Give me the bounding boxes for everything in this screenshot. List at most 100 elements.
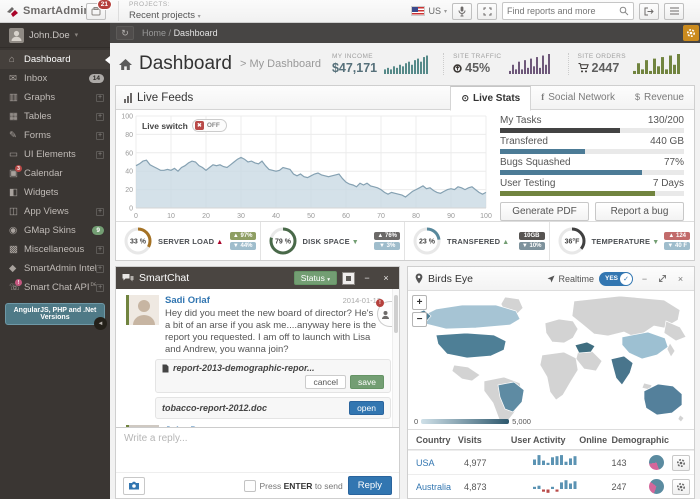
live-feeds-title: Live Feeds (124, 92, 193, 104)
map-zoom-out-button[interactable]: − (412, 312, 427, 327)
world-map[interactable]: + − (408, 291, 694, 429)
expand-plus-icon: + (96, 246, 104, 254)
report-bug-button[interactable]: Report a bug (595, 202, 684, 221)
sidebar-item-inbox[interactable]: ✉Inbox14 (0, 69, 110, 88)
brand-logo[interactable]: SmartAdmin (0, 5, 84, 18)
sender-name[interactable]: Sadi Orlaf (165, 295, 210, 306)
birdseye-close-button[interactable]: × (674, 272, 687, 286)
expand-plus-icon: + (96, 151, 104, 159)
sidebar-item-tables[interactable]: ▦Tables+ (0, 107, 110, 126)
countries-table: CountryVisitsUser ActivityOnlineDemograp… (408, 429, 694, 498)
status-dropdown[interactable]: Status ▾ (294, 271, 337, 285)
sidebar-item-label: Miscellaneous (24, 244, 84, 255)
birdseye-expand-button[interactable] (656, 272, 669, 286)
scrollbar-thumb[interactable] (394, 295, 398, 333)
live-switch-toggle[interactable]: ✖OFF (192, 119, 227, 132)
topstat-income: MY INCOME$47,171 (323, 53, 443, 75)
icon-badge: ! (15, 279, 22, 286)
row-settings-button[interactable] (672, 455, 690, 471)
projects-dropdown[interactable]: PROJECTS: Recent projects ▾ (118, 1, 201, 21)
attachment-name: report-2013-demographic-repor... (173, 363, 315, 373)
country-base (540, 352, 578, 400)
language-selector[interactable]: US▾ (411, 6, 447, 16)
svg-text:20: 20 (125, 187, 133, 194)
search-icon[interactable] (619, 6, 629, 16)
refresh-button[interactable]: ↻ (116, 26, 134, 40)
country-china[interactable] (622, 332, 668, 359)
tab-label: Revenue (644, 86, 684, 109)
row-settings-button[interactable] (672, 479, 690, 495)
chat-bubble-icon (122, 273, 134, 283)
user-menu[interactable]: John.Doe ▾ (0, 23, 110, 48)
top-stats: MY INCOME$47,171SITE TRAFFIC45%SITE ORDE… (323, 53, 692, 75)
press-enter-checkbox[interactable] (244, 480, 256, 492)
demo-settings-button[interactable] (683, 25, 699, 41)
graphs-icon: ▥ (9, 92, 24, 103)
ui-icon: ▭ (9, 149, 24, 160)
generate-pdf-button[interactable]: Generate PDF (500, 202, 589, 221)
tab-live-stats[interactable]: ⊙Live Stats (450, 86, 531, 111)
activity-button[interactable]: 21 (86, 3, 106, 20)
sidebar-item-miscellaneous[interactable]: ▩Miscellaneous+ (0, 240, 110, 259)
sidebar-item-gmap-skins[interactable]: ◉GMap Skins9 (0, 221, 110, 240)
legend-gradient (421, 419, 509, 424)
progress-bar (500, 170, 684, 175)
search-input[interactable] (507, 6, 619, 16)
menu-button[interactable] (664, 3, 684, 20)
progress-label: User Testing (500, 178, 555, 189)
live-switch-label: Live switch (142, 121, 188, 131)
message-text: Hey did you meet the new board of direct… (165, 308, 381, 356)
chat-close-button[interactable]: × (379, 271, 393, 285)
country-canada[interactable] (420, 305, 520, 329)
facebook-icon: f (541, 86, 544, 109)
open-button[interactable]: open (349, 401, 384, 415)
sidebar-item-app-views[interactable]: ◫App Views+ (0, 202, 110, 221)
tab-social-network[interactable]: fSocial Network (531, 86, 625, 110)
realtime-toggle[interactable]: YES✓ (599, 272, 633, 286)
sidebar-item-label: Tables (24, 111, 51, 122)
reply-textarea[interactable] (116, 428, 399, 472)
calendar-icon: ▣3 (9, 168, 24, 179)
chat-fullscreen-button[interactable] (342, 272, 355, 285)
tab-revenue[interactable]: $Revenue (625, 86, 694, 110)
reply-button[interactable]: Reply (348, 476, 392, 495)
expand-plus-icon: + (96, 132, 104, 140)
country-link[interactable]: Australia (408, 482, 464, 492)
chat-collapse-button[interactable]: − (360, 271, 374, 285)
cancel-button[interactable]: cancel (305, 375, 346, 389)
country-india[interactable] (611, 356, 633, 385)
fullscreen-button[interactable] (477, 3, 497, 20)
microphone-icon (458, 6, 466, 17)
sidebar-item-graphs[interactable]: ▥Graphs+ (0, 88, 110, 107)
save-button[interactable]: save (350, 375, 384, 389)
sidebar-item-smartadmin-intel[interactable]: ◆SmartAdmin Intel+ (0, 259, 110, 278)
intel-icon: ◆ (9, 263, 24, 274)
svg-text:23 %: 23 % (419, 239, 436, 246)
country-australia[interactable] (644, 384, 682, 415)
map-zoom-in-button[interactable]: + (412, 295, 427, 310)
logout-button[interactable] (639, 3, 659, 20)
sidebar-item-calendar[interactable]: ▣3Calendar (0, 164, 110, 183)
sparkline-income (384, 54, 434, 74)
expand-plus-icon: + (96, 113, 104, 121)
sidebar-item-dashboard[interactable]: ⌂Dashboard (0, 50, 110, 69)
camera-button[interactable] (123, 477, 145, 495)
breadcrumb-current: Dashboard (174, 28, 218, 38)
sidebar-item-smart-chat-api[interactable]: ☏!Smart Chat APIbeta+ (0, 278, 110, 297)
sidebar-item-widgets[interactable]: ◧Widgets (0, 183, 110, 202)
stat-badge: ▼ 3% (374, 242, 400, 250)
progress-bar (500, 149, 684, 154)
column-header: Online (575, 435, 612, 445)
sidebar-minify-button[interactable]: ◄ (94, 317, 107, 330)
birdseye-collapse-button[interactable]: − (638, 272, 651, 286)
stat-badge: 10GB (519, 232, 545, 240)
versions-button[interactable]: AngularJS, PHP and .Net Versions (5, 303, 105, 325)
sender-name[interactable]: John Doe (165, 425, 208, 427)
chat-scrollbar[interactable] (392, 289, 399, 427)
country-usa[interactable] (436, 333, 506, 358)
sidebar-item-ui-elements[interactable]: ▭UI Elements+ (0, 145, 110, 164)
country-link[interactable]: USA (408, 458, 464, 468)
sidebar-item-forms[interactable]: ✎Forms+ (0, 126, 110, 145)
voice-command-button[interactable] (452, 3, 472, 20)
breadcrumb-home[interactable]: Home (142, 28, 166, 38)
